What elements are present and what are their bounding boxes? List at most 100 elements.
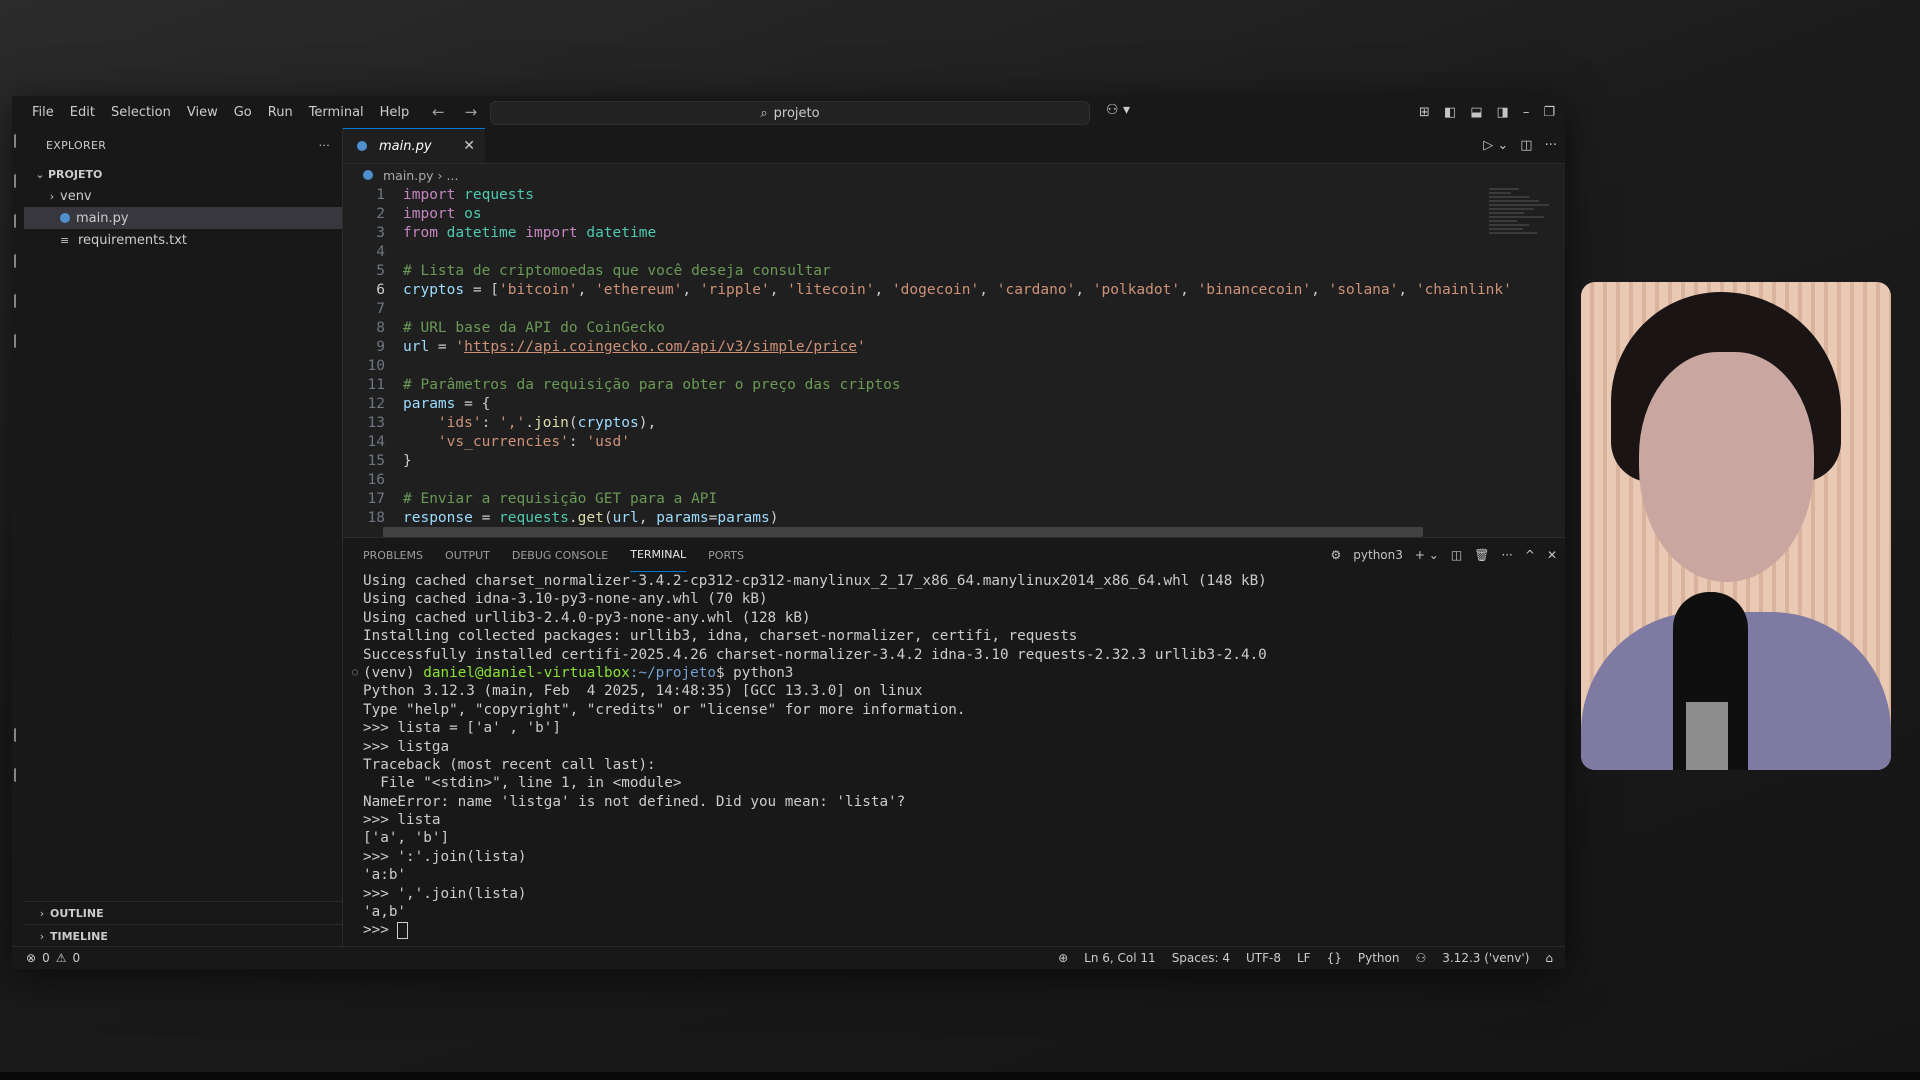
tab-ports[interactable]: PORTS — [708, 538, 744, 572]
shell-name[interactable]: python3 — [1353, 548, 1403, 562]
panel-actions: ⚙ python3 + ⌄ ◫ 🗑 ··· ^ ✕ — [1331, 538, 1557, 572]
maximize-panel-icon[interactable]: ^ — [1525, 548, 1535, 562]
remote-icon[interactable] — [14, 334, 24, 348]
status-problems[interactable]: ⊗ 0 ⚠ 0 — [12, 951, 80, 965]
folder-root-label: PROJETO — [48, 167, 103, 181]
terminal-line: NameError: name 'listga' is not defined.… — [363, 793, 906, 810]
explorer-sidebar: EXPLORER ··· ⌄ PROJETO › venv main.py ≡ … — [24, 128, 343, 947]
close-panel-icon[interactable]: ✕ — [1547, 548, 1557, 562]
horizontal-scrollbar[interactable] — [383, 527, 1423, 537]
more-actions-icon[interactable]: ··· — [1545, 138, 1557, 153]
code-editor[interactable]: 1 import requests 2 import os 3 from dateti… — [343, 186, 1565, 528]
code-line: 14 'vs_currencies': 'usd' — [343, 433, 1565, 452]
trash-icon[interactable]: 🗑 — [1474, 548, 1489, 562]
code-line: 10 — [343, 357, 1565, 376]
forward-arrow-icon[interactable]: → — [465, 103, 478, 121]
menu-help[interactable]: Help — [372, 105, 418, 120]
bottom-panel: PROBLEMS OUTPUT DEBUG CONSOLE TERMINAL P… — [343, 537, 1565, 947]
terminal-line: 'a:b' — [363, 867, 407, 884]
end-of-line[interactable]: LF — [1297, 951, 1311, 965]
manage-gear-icon[interactable] — [14, 768, 24, 782]
more-icon[interactable]: ··· — [1501, 548, 1512, 562]
tab-debug-console[interactable]: DEBUG CONSOLE — [512, 538, 608, 572]
copilot-status-icon[interactable]: ⚇ — [1415, 951, 1426, 965]
terminal-output[interactable]: Using cached charset_normalizer-3.4.2-cp… — [343, 572, 1565, 940]
tab-terminal[interactable]: TERMINAL — [630, 538, 687, 572]
encoding[interactable]: UTF-8 — [1246, 951, 1281, 965]
back-arrow-icon[interactable]: ← — [432, 103, 445, 121]
python-interpreter[interactable]: 3.12.3 ('venv') — [1442, 951, 1529, 965]
customize-layout-icon[interactable]: ⊞ — [1419, 105, 1430, 120]
menu-edit[interactable]: Edit — [62, 105, 103, 120]
toggle-sidebar-icon[interactable]: ◧ — [1444, 105, 1456, 120]
terminal-input-line[interactable]: >>> — [363, 921, 1565, 939]
split-terminal-icon[interactable]: ◫ — [1451, 548, 1462, 562]
title-bar: File Edit Selection View Go Run Terminal… — [12, 96, 1565, 128]
new-terminal-icon[interactable]: + ⌄ — [1415, 548, 1439, 562]
code-line: 11 # Parâmetros da requisição para obter … — [343, 376, 1565, 395]
search-view-icon[interactable] — [14, 174, 24, 188]
accounts-icon[interactable] — [14, 728, 24, 742]
breadcrumb-separator-icon: › — [437, 167, 443, 183]
webcam-overlay — [1581, 282, 1891, 770]
code-line: 2 import os — [343, 205, 1565, 224]
run-python-icon[interactable]: ▷ ⌄ — [1483, 138, 1508, 153]
menu-view[interactable]: View — [179, 105, 226, 120]
timeline-section[interactable]: › TIMELINE — [24, 924, 342, 947]
menu-selection[interactable]: Selection — [103, 105, 179, 120]
breadcrumb-file[interactable]: main.py — [383, 168, 434, 183]
source-control-icon[interactable] — [14, 214, 24, 228]
outline-section[interactable]: › OUTLINE — [24, 901, 342, 924]
split-editor-icon[interactable]: ◫ — [1520, 138, 1532, 153]
tab-output[interactable]: OUTPUT — [445, 538, 490, 572]
close-icon[interactable]: ✕ — [463, 138, 475, 154]
line-number: 12 — [367, 396, 385, 412]
menu-run[interactable]: Run — [260, 105, 301, 120]
code-line: 16 — [343, 471, 1565, 490]
breadcrumb-symbol[interactable]: ... — [447, 168, 459, 183]
restore-icon[interactable]: ❐ — [1543, 105, 1555, 120]
menu-file[interactable]: File — [24, 105, 62, 120]
code-line: 3 from datetime import datetime — [343, 224, 1565, 243]
terminal-line: ['a', 'b'] — [363, 830, 450, 847]
code-line: 6 cryptos = ['bitcoin', 'ethereum', 'ripp… — [343, 281, 1565, 300]
command-center-search[interactable]: ⌕ projeto — [490, 101, 1090, 125]
tab-problems[interactable]: PROBLEMS — [363, 538, 423, 572]
minimap[interactable] — [1489, 186, 1549, 266]
line-number: 10 — [367, 358, 385, 374]
tab-main-py[interactable]: main.py ✕ — [343, 128, 485, 163]
vscode-window: File Edit Selection View Go Run Terminal… — [12, 96, 1565, 969]
menu-go[interactable]: Go — [226, 105, 260, 120]
indentation[interactable]: Spaces: 4 — [1172, 951, 1230, 965]
status-bar: ⊗ 0 ⚠ 0 ⊕ Ln 6, Col 11 Spaces: 4 UTF-8 L… — [12, 946, 1565, 969]
line-number: 15 — [367, 453, 385, 469]
prompt-command: $ python3 — [715, 664, 794, 681]
toggle-panel-icon[interactable]: ⬓ — [1470, 105, 1482, 120]
code-line: 15} — [343, 452, 1565, 471]
copilot-icon[interactable]: ⚇ ▾ — [1106, 102, 1130, 118]
terminal-line: Traceback (most recent call last): — [363, 756, 656, 773]
explorer-icon[interactable] — [14, 134, 24, 148]
bottom-strip — [0, 1072, 1920, 1080]
language-mode[interactable]: Python — [1358, 951, 1400, 965]
explorer-more-icon[interactable]: ··· — [319, 139, 330, 152]
folder-root-projeto[interactable]: ⌄ PROJETO — [24, 163, 342, 185]
zoom-icon[interactable]: ⊕ — [1058, 951, 1068, 965]
menu-terminal[interactable]: Terminal — [301, 105, 372, 120]
tree-item-requirements[interactable]: ≡ requirements.txt — [24, 229, 342, 251]
cursor-position[interactable]: Ln 6, Col 11 — [1084, 951, 1156, 965]
minimize-icon[interactable]: – — [1523, 105, 1530, 120]
sidebar-bottom-sections: › OUTLINE › TIMELINE — [24, 901, 342, 947]
terminal-line: Using cached idna-3.10-py3-none-any.whl … — [363, 591, 768, 608]
explorer-header: EXPLORER ··· — [24, 128, 342, 163]
toggle-secondary-sidebar-icon[interactable]: ◨ — [1497, 105, 1509, 120]
terminal-line: >>> listga — [363, 738, 450, 755]
tree-item-venv[interactable]: › venv — [24, 185, 342, 207]
terminal-line: >>> ','.join(lista) — [363, 885, 527, 902]
tree-item-main-py[interactable]: main.py — [24, 207, 342, 229]
run-debug-icon[interactable] — [14, 254, 24, 268]
notifications-bell-icon[interactable]: ⌂ — [1545, 951, 1553, 965]
extensions-icon[interactable] — [14, 294, 24, 308]
terminal-line: Using cached charset_normalizer-3.4.2-cp… — [363, 573, 1267, 589]
code-line: 12 params = { — [343, 395, 1565, 414]
